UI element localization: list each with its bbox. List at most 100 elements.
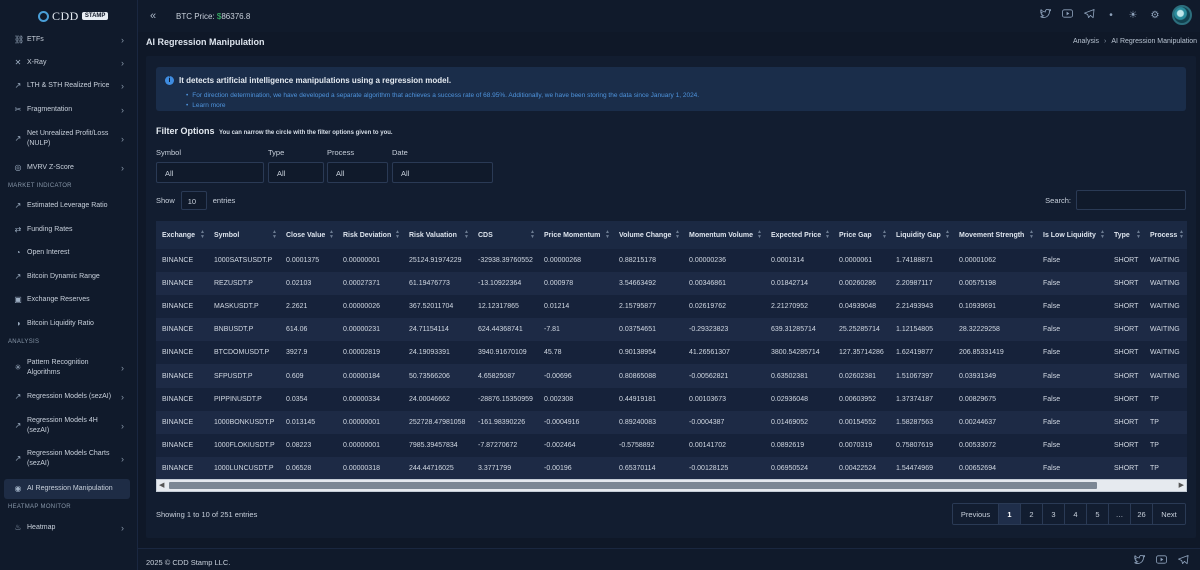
- column-header[interactable]: Price Momentum ▲ ▼: [538, 221, 613, 249]
- sidebar-item-regression-models-4h-sezai[interactable]: ↗ Regression Models 4H (sezAI) ›: [0, 414, 138, 438]
- column-header-label: Momentum Volume: [689, 231, 754, 239]
- column-header[interactable]: Exchange ▲ ▼: [156, 221, 208, 249]
- fire-icon: ♨: [14, 523, 22, 532]
- table-cell: -0.00196: [538, 456, 613, 479]
- footer-twitter-icon[interactable]: [1128, 554, 1150, 568]
- sidebar-item-mvrv-z-score[interactable]: ◎ MVRV Z-Score ›: [0, 160, 138, 176]
- page-button-previous[interactable]: Previous: [953, 504, 999, 524]
- logo[interactable]: CDD STAMP: [0, 0, 137, 32]
- column-header[interactable]: Risk Valuation ▲ ▼: [403, 221, 472, 249]
- scrollbar-thumb[interactable]: [169, 482, 1097, 489]
- table-row[interactable]: BINANCE BTCDOMUSDT.P 3927.9 0.00002819 24.19…: [156, 341, 1187, 365]
- column-header[interactable]: Type ▲ ▼: [1108, 221, 1144, 249]
- logo-icon: [38, 10, 49, 22]
- page-button-26[interactable]: 26: [1131, 504, 1153, 524]
- scroll-left-icon[interactable]: ◀: [159, 481, 164, 489]
- table-cell: 0.0070319: [833, 433, 890, 457]
- sidebar-item-etfs[interactable]: ⛓ ETFs ›: [0, 32, 138, 48]
- range-icon: ↗: [14, 272, 22, 281]
- column-header[interactable]: Expected Price ▲ ▼: [765, 221, 833, 249]
- table-cell: 0.00000001: [337, 433, 403, 457]
- dot-icon[interactable]: •: [1100, 10, 1122, 21]
- table-row[interactable]: BINANCE PIPPINUSDT.P 0.0354 0.00000334 24.00…: [156, 387, 1187, 411]
- learn-more-link[interactable]: Learn more: [192, 101, 699, 111]
- table-cell: 0.00000184: [337, 364, 403, 388]
- sidebar-item-lth-sth-realized-price[interactable]: ↗ LTH & STH Realized Price ›: [0, 78, 138, 94]
- sidebar-item-bitcoin-liquidity-ratio[interactable]: ◑ Bitcoin Liquidity Ratio: [0, 316, 138, 332]
- table-cell: 0.00000334: [337, 387, 403, 411]
- column-header[interactable]: CDS ▲ ▼: [472, 221, 538, 249]
- liquidity-icon: ◑: [15, 319, 21, 328]
- column-header[interactable]: Volume Change ▲ ▼: [613, 221, 683, 249]
- sidebar-item-regression-models-sezai[interactable]: ↗ Regression Models (sezAI) ›: [0, 389, 138, 405]
- youtube-icon[interactable]: [1056, 9, 1078, 21]
- sidebar-item-open-interest[interactable]: ◔ Open Interest: [0, 245, 138, 261]
- table-cell: 0.00027371: [337, 272, 403, 296]
- column-header[interactable]: Close Value ▲ ▼: [280, 221, 337, 249]
- column-header[interactable]: Is Low Liquidity ▲ ▼: [1037, 221, 1108, 249]
- table-cell: 1.37374187: [890, 387, 953, 411]
- pagination: Previous 1 2 3 4 5… 26 Next: [952, 503, 1186, 525]
- sidebar-item-funding-rates[interactable]: ⇄ Funding Rates: [0, 222, 138, 238]
- twitter-icon[interactable]: [1034, 8, 1056, 22]
- sidebar-item-heatmap[interactable]: ♨ Heatmap ›: [0, 520, 138, 536]
- sidebar-item-net-unrealized-profit-loss-nulp[interactable]: ↗ Net Unrealized Profit/Loss (NULP) ›: [0, 126, 138, 152]
- table-cell: 0.63502381: [765, 364, 833, 388]
- table-cell: 24.19093391: [403, 341, 472, 365]
- settings-icon[interactable]: ⚙: [1144, 10, 1166, 21]
- sidebar-item-fragmentation[interactable]: ✂ Fragmentation ›: [0, 102, 138, 118]
- theme-icon[interactable]: ☀: [1122, 10, 1144, 21]
- scroll-right-icon[interactable]: ▶: [1179, 481, 1184, 489]
- table-cell: 1.12154805: [890, 318, 953, 342]
- column-header-label: Exchange: [162, 231, 196, 239]
- entries-length-select[interactable]: 10: [180, 191, 207, 210]
- table-row[interactable]: BINANCE 1000FLOKIUSDT.P 0.08223 0.00000001 7…: [156, 433, 1187, 457]
- table-row[interactable]: BINANCE MASKUSDT.P 2.2621 0.00000026 367.520…: [156, 295, 1187, 319]
- column-header[interactable]: Process ▲ ▼: [1144, 221, 1187, 249]
- page-button-1[interactable]: 1: [999, 504, 1021, 524]
- symbol-filter-select[interactable]: All: [156, 162, 264, 183]
- telegram-icon[interactable]: [1078, 8, 1100, 22]
- info-alert: i It detects artificial intelligence man…: [156, 67, 1186, 111]
- sidebar-item-regression-models-charts-sezai[interactable]: ↗ Regression Models Charts (sezAI) ›: [0, 447, 138, 471]
- page-button-5[interactable]: 5: [1087, 504, 1109, 524]
- column-header[interactable]: Momentum Volume ▲ ▼: [683, 221, 765, 249]
- sidebar-item-pattern-recognition-algorithms[interactable]: ✳ Pattern Recognition Algorithms ›: [0, 356, 138, 380]
- data-table: Exchange ▲ ▼ Symbol ▲ ▼ Close Value ▲ ▼ Risk Devi…: [156, 221, 1187, 479]
- sidebar-item-bitcoin-dynamic-range[interactable]: ↗ Bitcoin Dynamic Range: [0, 269, 138, 285]
- footer-youtube-icon[interactable]: [1150, 555, 1172, 568]
- table-cell: 0.02602381: [833, 364, 890, 388]
- avatar[interactable]: [1172, 5, 1192, 25]
- table-row[interactable]: BINANCE 1000SATSUSDT.P 0.0001375 0.00000001…: [156, 249, 1187, 273]
- sidebar-section-heading: HEATMAP MONITOR: [8, 504, 71, 510]
- sidebar-item-label: Estimated Leverage Ratio: [27, 202, 108, 209]
- sidebar-item-ai-regression-manipulation[interactable]: ◉ AI Regression Manipulation: [4, 479, 130, 499]
- footer-telegram-icon[interactable]: [1172, 555, 1194, 568]
- page-button-4[interactable]: 4: [1065, 504, 1087, 524]
- breadcrumb-analysis[interactable]: Analysis: [1073, 38, 1099, 45]
- page-button-next[interactable]: Next: [1153, 504, 1185, 524]
- process-filter-select[interactable]: All: [327, 162, 388, 183]
- table-row[interactable]: BINANCE REZUSDT.P 0.02103 0.00027371 61.1947…: [156, 272, 1187, 296]
- column-header[interactable]: Risk Deviation ▲ ▼: [337, 221, 403, 249]
- column-header[interactable]: Liquidity Gap ▲ ▼: [890, 221, 953, 249]
- page-button-2[interactable]: 2: [1021, 504, 1043, 524]
- column-header[interactable]: Movement Strength ▲ ▼: [953, 221, 1037, 249]
- type-filter-select[interactable]: All: [268, 162, 324, 183]
- search-input[interactable]: [1076, 190, 1186, 210]
- table-cell: 0.00000001: [337, 249, 403, 273]
- collapse-sidebar-icon[interactable]: «: [150, 10, 162, 22]
- table-row[interactable]: BINANCE 1000LUNCUSDT.P 0.06528 0.00000318 24…: [156, 456, 1187, 479]
- column-header[interactable]: Symbol ▲ ▼: [208, 221, 280, 249]
- table-row[interactable]: BINANCE 1000BONKUSDT.P 0.013145 0.00000001 2…: [156, 410, 1187, 434]
- column-header[interactable]: Price Gap ▲ ▼: [833, 221, 890, 249]
- sidebar-item-exchange-reserves[interactable]: ▣ Exchange Reserves: [0, 292, 138, 308]
- horizontal-scrollbar[interactable]: ◀ ▶: [156, 479, 1187, 492]
- date-filter-select[interactable]: All: [392, 162, 493, 183]
- table-row[interactable]: BINANCE BNBUSDT.P 614.06 0.00000231 24.71154…: [156, 318, 1187, 342]
- page-button-3[interactable]: 3: [1043, 504, 1065, 524]
- table-cell: 45.78: [538, 341, 613, 365]
- sidebar-item-x-ray[interactable]: ✕ X-Ray ›: [0, 55, 138, 71]
- table-row[interactable]: BINANCE SFPUSDT.P 0.609 0.00000184 50.735662…: [156, 364, 1187, 388]
- sidebar-item-estimated-leverage-ratio[interactable]: ↗ Estimated Leverage Ratio: [0, 198, 138, 214]
